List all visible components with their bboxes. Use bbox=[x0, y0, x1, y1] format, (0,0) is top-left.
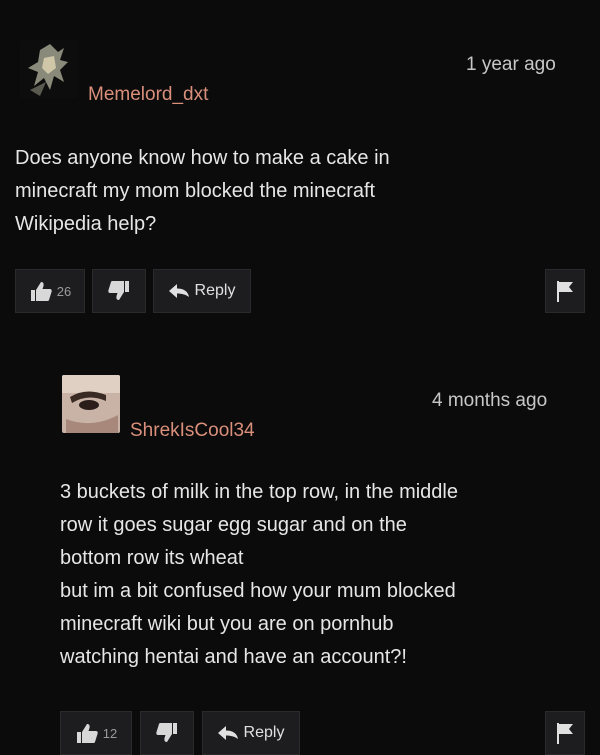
comment-line: bottom row its wheat bbox=[60, 547, 244, 569]
username[interactable]: ShrekIsCool34 bbox=[130, 420, 255, 442]
thumbs-up-button[interactable]: 12 bbox=[60, 711, 132, 755]
thumbs-down-icon bbox=[107, 280, 131, 302]
reply-label: Reply bbox=[243, 724, 285, 741]
comment-line: row it goes sugar egg sugar and on the bbox=[60, 514, 407, 536]
username[interactable]: Memelord_dxt bbox=[88, 84, 208, 106]
comment-line: watching hentai and have an account?! bbox=[60, 646, 407, 668]
thumbs-up-icon bbox=[75, 722, 99, 744]
flag-icon bbox=[556, 280, 574, 302]
face-closeup-avatar-icon bbox=[62, 375, 120, 433]
avatar[interactable] bbox=[20, 40, 78, 98]
flag-button[interactable] bbox=[545, 269, 585, 313]
anime-character-avatar-icon bbox=[20, 40, 78, 98]
comment-body: Does anyone know how to make a cake in m… bbox=[15, 142, 390, 241]
reply-label: Reply bbox=[194, 282, 236, 299]
thumbs-down-button[interactable] bbox=[92, 269, 146, 313]
avatar[interactable] bbox=[62, 375, 120, 433]
comment-body: 3 buckets of milk in the top row, in the… bbox=[60, 476, 458, 674]
comment-2: ShrekIsCool34 4 months ago 3 buckets of … bbox=[0, 340, 600, 755]
comment-1: Memelord_dxt 1 year ago Does anyone know… bbox=[0, 0, 600, 340]
flag-icon bbox=[556, 722, 574, 744]
timestamp: 1 year ago bbox=[466, 54, 556, 75]
thumbs-down-button[interactable] bbox=[140, 711, 194, 755]
comment-line: Wikipedia help? bbox=[15, 213, 157, 235]
like-count: 26 bbox=[56, 283, 72, 299]
comment-line: 3 buckets of milk in the top row, in the… bbox=[60, 481, 458, 503]
reply-button[interactable]: Reply bbox=[153, 269, 251, 313]
comment-actions: 26 Reply bbox=[15, 269, 585, 313]
comment-line: but im a bit confused how your mum block… bbox=[60, 580, 456, 602]
reply-arrow-icon bbox=[217, 726, 238, 740]
comment-line: Does anyone know how to make a cake in bbox=[15, 147, 390, 169]
comment-actions: 12 Reply bbox=[60, 711, 585, 755]
thumbs-up-button[interactable]: 26 bbox=[15, 269, 85, 313]
flag-button[interactable] bbox=[545, 711, 585, 755]
reply-button[interactable]: Reply bbox=[202, 711, 300, 755]
like-count: 12 bbox=[102, 725, 118, 741]
comment-line: minecraft my mom blocked the minecraft bbox=[15, 180, 376, 202]
timestamp: 4 months ago bbox=[432, 390, 548, 411]
comment-line: minecraft wiki but you are on pornhub bbox=[60, 613, 394, 635]
thumbs-up-icon bbox=[29, 280, 53, 302]
reply-arrow-icon bbox=[168, 284, 189, 298]
thumbs-down-icon bbox=[155, 722, 179, 744]
